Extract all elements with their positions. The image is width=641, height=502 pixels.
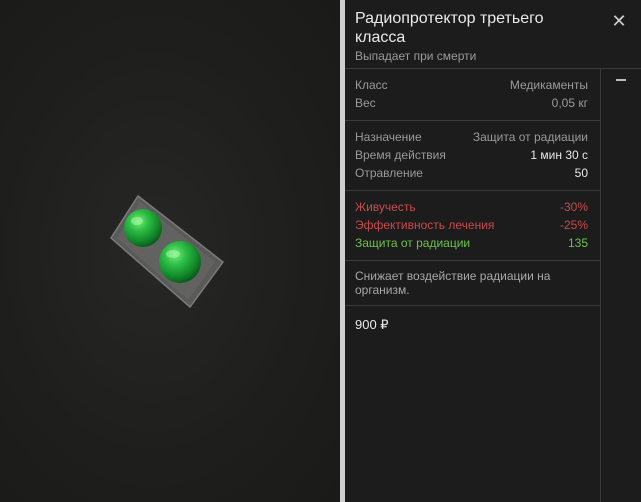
stat-row: Класс Медикаменты xyxy=(355,76,588,94)
effect-row-negative: Живучесть -30% xyxy=(355,198,588,216)
effect-label: Живучесть xyxy=(355,200,416,214)
stat-row: Назначение Защита от радиации xyxy=(355,128,588,146)
stat-row: Время действия 1 мин 30 с xyxy=(355,146,588,164)
item-info-panel: Радиопротектор третьего класса Выпадает … xyxy=(345,0,641,502)
stat-label: Вес xyxy=(355,96,376,110)
item-preview-area xyxy=(0,0,340,502)
effect-value: -25% xyxy=(559,218,588,232)
usage-section: Назначение Защита от радиации Время дейс… xyxy=(345,121,600,191)
stat-value: Защита от радиации xyxy=(472,130,588,144)
item-description: Снижает воздействие радиации на организм… xyxy=(345,261,600,306)
item-stats: Класс Медикаменты Вес 0,05 кг Назначение… xyxy=(345,69,600,333)
stat-row: Отравление 50 xyxy=(355,164,588,182)
stat-value: 50 xyxy=(574,166,588,180)
stat-value: 1 мин 30 с xyxy=(530,148,588,162)
effect-label: Эффективность лечения xyxy=(355,218,495,232)
stat-label: Время действия xyxy=(355,148,446,162)
item-header: Радиопротектор третьего класса Выпадает … xyxy=(345,0,641,69)
effect-value: -30% xyxy=(559,200,588,214)
stat-label: Класс xyxy=(355,78,388,92)
stat-row: Вес 0,05 кг xyxy=(355,94,588,112)
stat-label: Отравление xyxy=(355,166,423,180)
scrollbar[interactable] xyxy=(600,69,641,502)
basic-section: Класс Медикаменты Вес 0,05 кг xyxy=(345,69,600,121)
effects-section: Живучесть -30% Эффективность лечения -25… xyxy=(345,191,600,261)
effect-row-positive: Защита от радиации 135 xyxy=(355,234,588,252)
item-title: Радиопротектор третьего класса xyxy=(355,10,544,46)
scrollbar-thumb[interactable] xyxy=(616,79,626,81)
effect-row-negative: Эффективность лечения -25% xyxy=(355,216,588,234)
item-subtitle: Выпадает при смерти xyxy=(355,49,477,63)
stat-value: Медикаменты xyxy=(509,78,588,92)
effect-value: 135 xyxy=(567,236,588,250)
radioprotector-pill-image xyxy=(110,194,225,309)
effect-label: Защита от радиации xyxy=(355,236,471,250)
stat-value: 0,05 кг xyxy=(551,96,588,110)
item-price: 900 ₽ xyxy=(355,317,389,332)
stat-label: Назначение xyxy=(355,130,422,144)
close-icon[interactable]: ✕ xyxy=(610,12,628,30)
